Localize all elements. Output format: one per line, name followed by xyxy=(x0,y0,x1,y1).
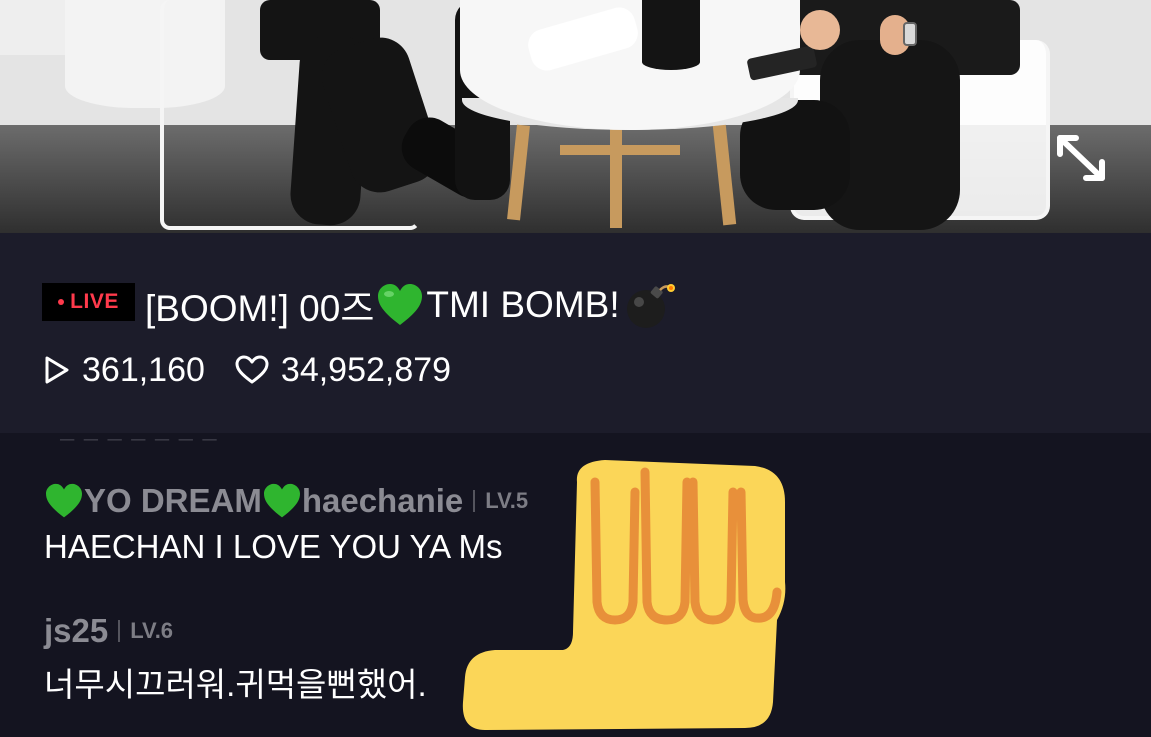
green-heart-icon xyxy=(263,483,300,518)
video-player[interactable] xyxy=(0,0,1151,233)
video-table-crossbar xyxy=(560,145,680,155)
video-black-vase xyxy=(642,0,700,70)
green-heart-icon xyxy=(378,284,423,325)
play-count-icon xyxy=(45,356,69,384)
chat-message: js25 LV.6 너무시끄러워.귀먹을뻔했어. xyxy=(44,612,427,706)
chat-username[interactable]: js25 xyxy=(44,612,108,650)
chat-previous-message-faded: ─ ─ ─ ─ ─ ─ ─ xyxy=(60,429,219,451)
stream-stats: 361,160 34,952,879 xyxy=(44,348,451,392)
view-count: 361,160 xyxy=(82,350,205,389)
video-watch xyxy=(903,22,917,46)
chat-message-meta: js25 LV.6 xyxy=(44,612,427,650)
video-table-leg xyxy=(610,128,622,228)
hand-sticker-icon xyxy=(462,460,786,730)
live-badge: LIVE xyxy=(42,283,135,321)
stream-info-panel xyxy=(0,233,1151,433)
stream-title: [BOOM!] 00즈 TMI BOMB! xyxy=(145,278,678,332)
green-heart-icon xyxy=(46,483,82,518)
bomb-icon xyxy=(626,284,675,328)
video-wall-panel xyxy=(0,0,70,55)
heart-like-icon[interactable] xyxy=(235,355,269,385)
live-label: LIVE xyxy=(70,290,119,313)
chat-message-text: 너무시끄러워.귀먹을뻔했어. xyxy=(44,666,427,703)
live-dot-icon xyxy=(58,299,65,305)
divider xyxy=(118,620,121,642)
chat-username[interactable]: haechanie xyxy=(302,482,463,520)
video-hand xyxy=(800,10,840,50)
stream-title-suffix: TMI BOMB! xyxy=(426,284,620,325)
chat-username[interactable]: YO DREAM xyxy=(84,482,262,520)
like-count: 34,952,879 xyxy=(280,350,452,389)
user-level-badge: LV.6 xyxy=(130,618,174,643)
expand-arrows-icon[interactable] xyxy=(1052,128,1110,188)
stream-title-prefix: [BOOM!] 00즈 xyxy=(145,288,375,329)
